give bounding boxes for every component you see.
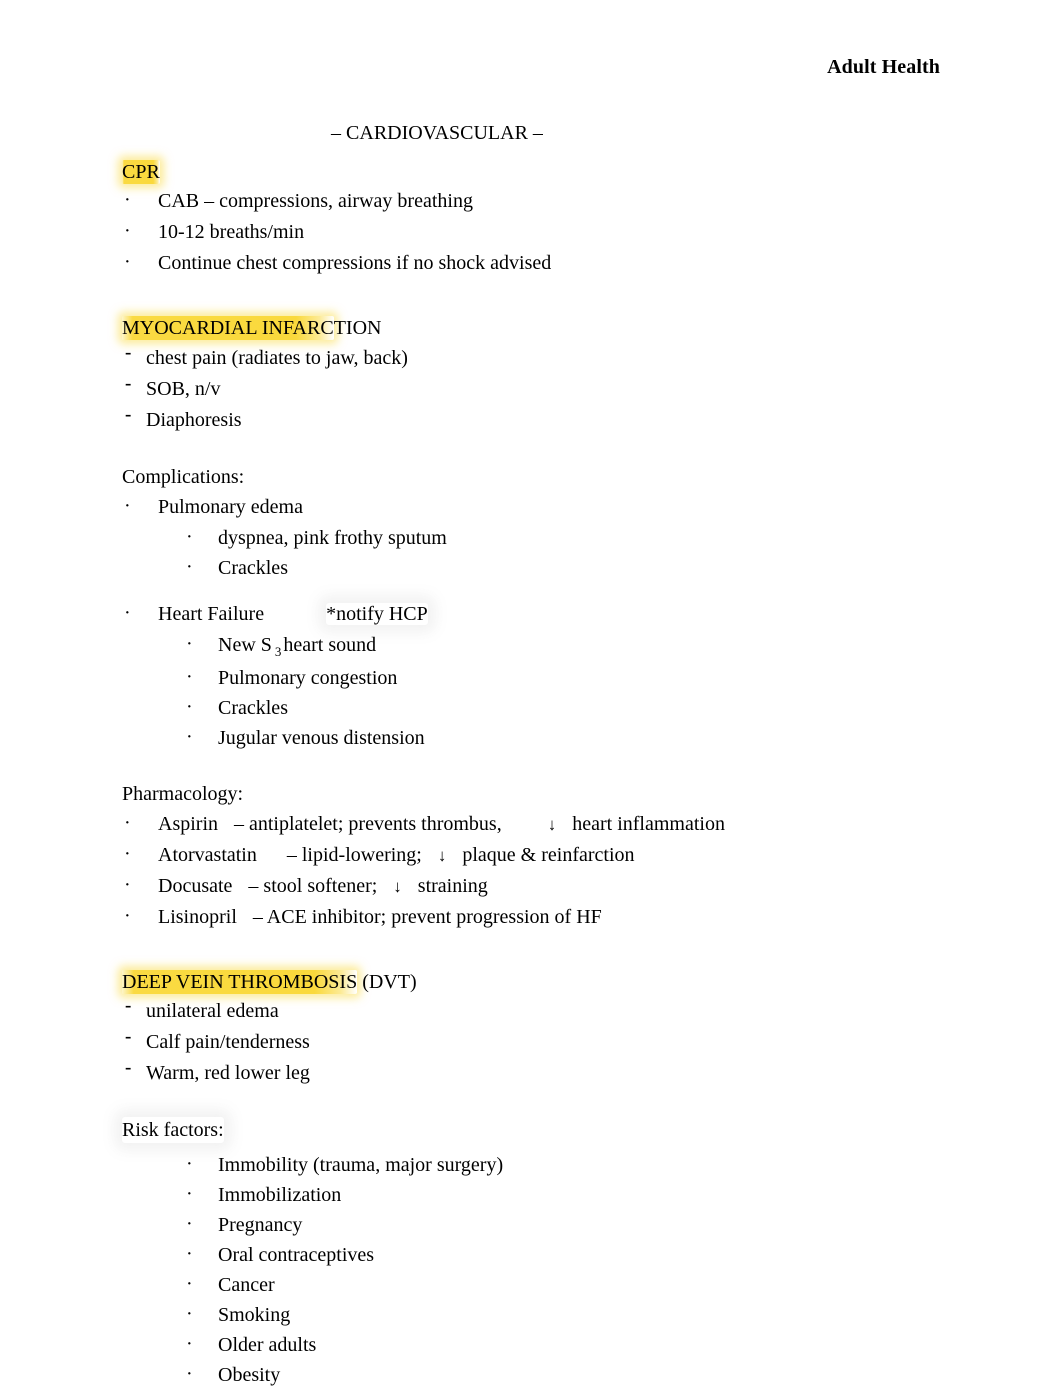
list-item: Obesity bbox=[122, 1361, 942, 1388]
list-dvt-symptoms: unilateral edema Calf pain/tenderness Wa… bbox=[122, 994, 942, 1086]
list-pulmonary-edema-signs: dyspnea, pink frothy sputum Crackles bbox=[122, 524, 942, 581]
list-item: Warm, red lower leg bbox=[122, 1056, 942, 1086]
drug-dash: – bbox=[286, 843, 297, 866]
label-risk-factors: Risk factors: bbox=[122, 1119, 224, 1142]
list-item: Calf pain/tenderness bbox=[122, 1025, 942, 1055]
list-item: Immobility (trauma, major surgery) bbox=[122, 1151, 942, 1178]
list-item: Jugular venous distension bbox=[122, 724, 942, 751]
list-heart-failure: Heart Failure *notify HCP bbox=[122, 600, 942, 627]
page-title: – CARDIOVASCULAR – bbox=[331, 122, 543, 144]
label-complications: Complications: bbox=[122, 465, 245, 488]
drug-effect: ACE inhibitor; prevent progression of HF bbox=[266, 905, 602, 928]
drug-effect: lipid-lowering; bbox=[301, 843, 422, 866]
list-item-drug: Aspirin– antiplatelet; prevents thrombus… bbox=[122, 810, 942, 837]
drug-arrow-effect: plaque & reinfarction bbox=[462, 843, 635, 866]
list-item: Oral contraceptives bbox=[122, 1241, 942, 1268]
list-item: Smoking bbox=[122, 1301, 942, 1328]
list-risk-factors: Immobility (trauma, major surgery) Immob… bbox=[122, 1151, 942, 1388]
drug-arrow-effect: straining bbox=[417, 874, 488, 897]
list-complications: Pulmonary edema bbox=[122, 493, 942, 520]
list-item: Pregnancy bbox=[122, 1211, 942, 1238]
heart-failure-label: Heart Failure bbox=[158, 602, 265, 625]
list-item: Immobilization bbox=[122, 1181, 942, 1208]
drug-dash: – bbox=[252, 905, 263, 928]
drug-dash: – bbox=[248, 874, 259, 897]
document-page: Adult Health – CARDIOVASCULAR – CPR CAB … bbox=[0, 0, 1062, 1387]
list-item: Older adults bbox=[122, 1331, 942, 1358]
drug-arrow-effect: heart inflammation bbox=[572, 812, 725, 835]
list-item: Crackles bbox=[122, 694, 942, 721]
list-pharmacology: Aspirin– antiplatelet; prevents thrombus… bbox=[122, 810, 942, 930]
list-item: Pulmonary edema bbox=[122, 493, 942, 520]
down-arrow-icon: ↓ bbox=[547, 814, 557, 834]
list-item: Continue chest compressions if no shock … bbox=[122, 249, 942, 276]
notify-hcp-note: *notify HCP bbox=[326, 602, 428, 625]
drug-name: Lisinopril bbox=[158, 905, 237, 928]
down-arrow-icon: ↓ bbox=[393, 876, 402, 896]
section-heading-tail: (DVT) bbox=[357, 970, 417, 993]
list-item: dyspnea, pink frothy sputum bbox=[122, 524, 942, 551]
list-heart-failure-signs: New S3heart sound Pulmonary congestion C… bbox=[122, 631, 942, 751]
list-item-s3-heart-sound: New S3heart sound bbox=[122, 631, 942, 661]
list-item: Cancer bbox=[122, 1271, 942, 1298]
label-pharmacology: Pharmacology: bbox=[122, 782, 244, 805]
section-heading-myocardial-infarction: MYOCARDIAL INFARCTION bbox=[122, 315, 942, 341]
highlight-deep-vein-thrombosis: DEEP VEIN THROMBOSIS bbox=[122, 969, 358, 994]
list-item-drug: Lisinopril– ACE inhibitor; prevent progr… bbox=[122, 903, 942, 930]
down-arrow-icon: ↓ bbox=[437, 845, 447, 865]
list-mi-symptoms: chest pain (radiates to jaw, back) SOB, … bbox=[122, 341, 942, 433]
list-item: CAB – compressions, airway breathing bbox=[122, 187, 942, 214]
document-body: – CARDIOVASCULAR – CPR CAB – compression… bbox=[122, 122, 942, 1392]
section-heading-cpr: CPR bbox=[122, 159, 942, 185]
list-item: chest pain (radiates to jaw, back) bbox=[122, 341, 942, 371]
list-item-heart-failure: Heart Failure *notify HCP bbox=[122, 600, 942, 627]
drug-name: Atorvastatin bbox=[158, 843, 257, 866]
drug-effect: antiplatelet; prevents thrombus, bbox=[249, 812, 502, 835]
s3-subscript: 3 bbox=[274, 643, 282, 659]
list-item: Crackles bbox=[122, 554, 942, 581]
drug-effect: stool softener; bbox=[263, 874, 378, 897]
section-heading-deep-vein-thrombosis: DEEP VEIN THROMBOSIS (DVT) bbox=[122, 969, 942, 995]
list-item: Diaphoresis bbox=[122, 403, 942, 433]
list-item-drug: Docusate– stool softener; ↓ straining bbox=[122, 872, 942, 899]
section-heading-tail: TION bbox=[333, 317, 382, 340]
list-item-drug: Atorvastatin – lipid-lowering; ↓ plaque & r… bbox=[122, 841, 942, 868]
s3-suffix: heart sound bbox=[283, 633, 377, 656]
highlight-cpr: CPR bbox=[122, 160, 160, 184]
highlight-myocardial-infarction: MYOCARDIAL INFARC bbox=[122, 316, 334, 341]
drug-dash: – bbox=[234, 812, 244, 835]
list-item: Pulmonary congestion bbox=[122, 664, 942, 691]
drug-name: Docusate bbox=[158, 874, 233, 897]
running-header: Adult Health bbox=[827, 56, 940, 78]
s3-prefix: New S bbox=[218, 633, 272, 656]
list-item: SOB, n/v bbox=[122, 372, 942, 402]
drug-name: Aspirin bbox=[158, 812, 218, 835]
list-cpr: CAB – compressions, airway breathing 10-… bbox=[122, 187, 942, 276]
list-item: 10-12 breaths/min bbox=[122, 218, 942, 245]
list-item: unilateral edema bbox=[122, 994, 942, 1024]
